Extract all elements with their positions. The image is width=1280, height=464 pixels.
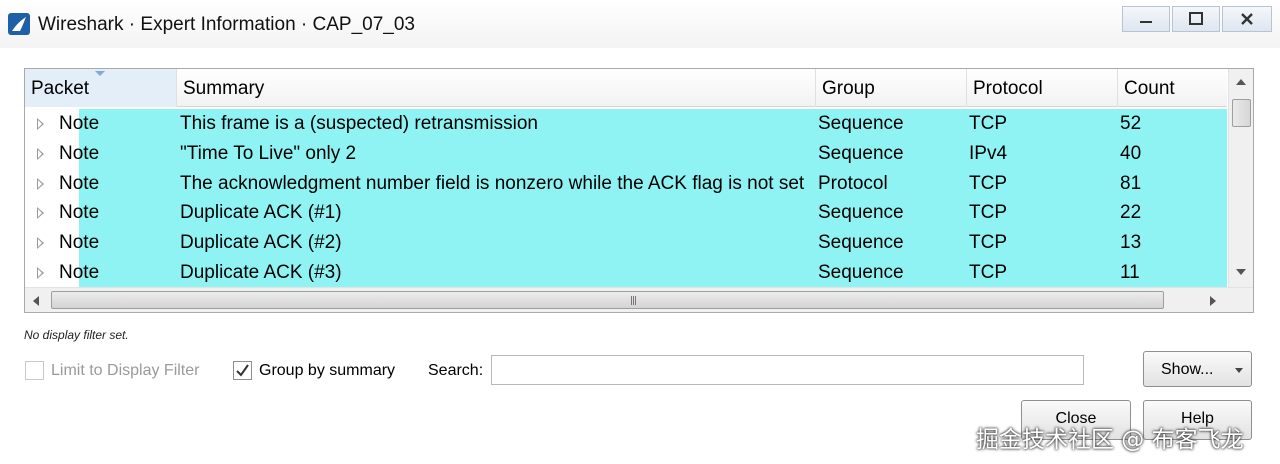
close-window-button[interactable] [1222, 6, 1272, 32]
cell-summary: "Time To Live" only 2 [180, 142, 357, 164]
vertical-scroll-thumb[interactable] [1232, 99, 1251, 127]
table-row[interactable]: Note Duplicate ACK (#2) Sequence TCP 13 [25, 228, 1227, 259]
search-label: Search: [428, 362, 484, 379]
filter-status-text: No display filter set. [24, 328, 129, 342]
checkmark-icon [236, 364, 249, 377]
cell-packet: Note [59, 202, 100, 224]
table-body: Note This frame is a (suspected) retrans… [25, 109, 1227, 289]
scroll-right-arrow-icon[interactable] [1210, 296, 1216, 306]
expand-arrow-icon[interactable] [37, 266, 44, 279]
show-dropdown-button[interactable]: Show... [1143, 351, 1252, 387]
table-header: Packet Summary Group Protocol Count [25, 69, 1227, 107]
cell-group: Protocol [818, 172, 888, 194]
minimize-icon [1140, 21, 1152, 23]
scroll-up-arrow-icon[interactable] [1236, 79, 1246, 85]
minimize-button[interactable] [1122, 6, 1170, 32]
scroll-down-arrow-icon[interactable] [1236, 269, 1246, 275]
cell-count: 81 [1120, 172, 1142, 194]
cell-count: 11 [1120, 261, 1140, 283]
cell-protocol: IPv4 [969, 142, 1008, 164]
cell-group: Sequence [818, 261, 904, 283]
cell-count: 40 [1120, 142, 1142, 164]
search-input[interactable] [491, 355, 1084, 385]
window-controls [1122, 6, 1272, 32]
cell-count: 52 [1120, 113, 1142, 134]
expert-info-table: Packet Summary Group Protocol Count Note… [24, 68, 1254, 313]
expand-arrow-icon[interactable] [37, 177, 44, 190]
show-button-label: Show... [1161, 361, 1214, 378]
expand-arrow-icon[interactable] [37, 237, 44, 250]
table-row[interactable]: Note The acknowledgment number field is … [25, 168, 1227, 199]
table-row[interactable]: Note "Time To Live" only 2 Sequence IPv4… [25, 138, 1227, 169]
cell-summary: Duplicate ACK (#3) [180, 261, 342, 283]
scroll-left-arrow-icon[interactable] [33, 296, 39, 306]
title-bar: Wireshark · Expert Information · CAP_07_… [0, 0, 1280, 48]
cell-summary: Duplicate ACK (#1) [180, 202, 342, 224]
cell-protocol: TCP [969, 113, 1007, 134]
cell-group: Sequence [818, 142, 904, 164]
cell-summary: This frame is a (suspected) retransmissi… [180, 113, 538, 134]
expand-arrow-icon[interactable] [37, 118, 44, 130]
cell-group: Sequence [818, 232, 904, 254]
horizontal-scrollbar[interactable]: ||| [25, 287, 1253, 312]
group-by-summary-label: Group by summary [259, 362, 396, 379]
column-header-count[interactable]: Count [1117, 69, 1227, 107]
cell-packet: Note [59, 113, 100, 134]
cell-protocol: TCP [969, 202, 1007, 224]
limit-to-display-filter-checkbox[interactable] [25, 361, 44, 380]
table-row[interactable]: Note Duplicate ACK (#3) Sequence TCP 11 [25, 257, 1227, 288]
cell-packet: Note [59, 172, 100, 194]
close-icon [1241, 13, 1253, 25]
cell-summary: The acknowledgment number field is nonze… [180, 172, 805, 194]
scroll-grip-icon: ||| [630, 296, 637, 306]
cell-count: 22 [1120, 202, 1142, 224]
group-by-summary-checkbox[interactable] [233, 361, 252, 380]
cell-count: 13 [1120, 232, 1142, 254]
cell-summary: Duplicate ACK (#2) [180, 232, 342, 254]
horizontal-scroll-thumb[interactable]: ||| [51, 291, 1164, 309]
cell-packet: Note [59, 261, 100, 283]
expand-arrow-icon[interactable] [37, 207, 44, 220]
cell-group: Sequence [818, 113, 904, 134]
cell-packet: Note [59, 142, 100, 164]
expand-arrow-icon[interactable] [37, 147, 44, 160]
column-header-group[interactable]: Group [815, 69, 966, 107]
cell-group: Sequence [818, 202, 904, 224]
dropdown-caret-icon [1235, 368, 1243, 373]
table-row[interactable]: Note Duplicate ACK (#1) Sequence TCP 22 [25, 198, 1227, 229]
maximize-button[interactable] [1172, 6, 1220, 32]
cell-packet: Note [59, 232, 100, 254]
wireshark-fin-icon [8, 13, 30, 35]
limit-to-display-filter-label: Limit to Display Filter [51, 362, 200, 379]
cell-protocol: TCP [969, 232, 1007, 254]
sort-indicator-icon [95, 71, 105, 76]
column-header-protocol[interactable]: Protocol [966, 69, 1117, 107]
watermark-text: 掘金技术社区 @ 布客飞龙 [976, 427, 1244, 453]
maximize-icon [1189, 12, 1203, 25]
cell-protocol: TCP [969, 172, 1007, 194]
table-row[interactable]: Note This frame is a (suspected) retrans… [25, 109, 1227, 139]
column-header-summary[interactable]: Summary [176, 69, 815, 107]
cell-protocol: TCP [969, 261, 1007, 283]
window-title: Wireshark · Expert Information · CAP_07_… [38, 14, 415, 35]
vertical-scrollbar[interactable] [1228, 69, 1253, 287]
